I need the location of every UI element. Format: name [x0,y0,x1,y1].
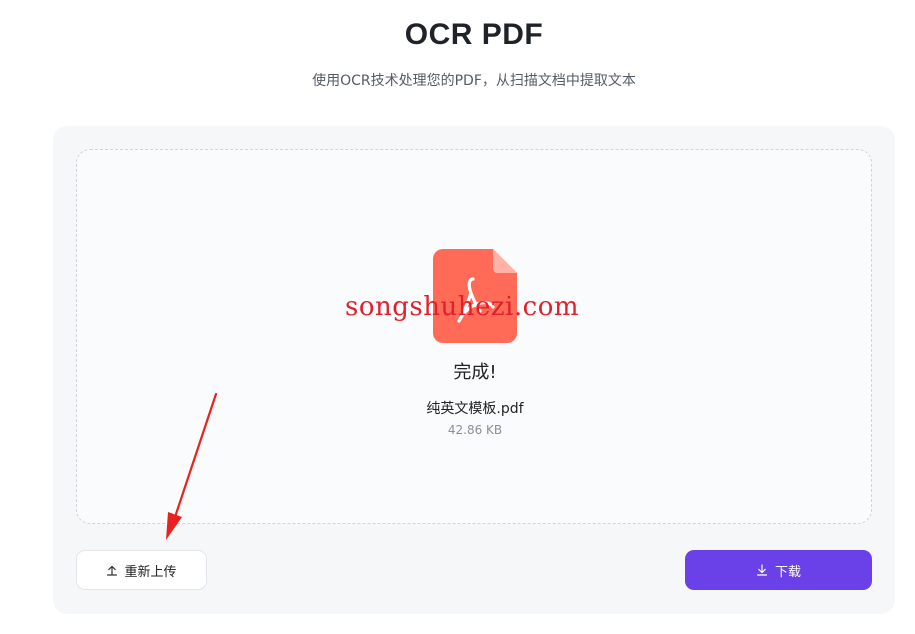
page-title: OCR PDF [404,18,544,51]
file-name: 纯英文模板.pdf [426,401,524,417]
download-label: 下载 [774,564,801,580]
file-dropzone: songshuhezi.com 完成! 纯英文模板.pdf 42.86 KB [76,149,872,524]
reupload-label: 重新上传 [124,564,177,580]
download-icon [756,564,768,576]
status-text: 完成! [453,362,497,383]
watermark-text: songshuhezi.com [345,292,579,322]
ocr-pdf-page: OCR PDF 使用OCR技术处理您的PDF，从扫描文档中提取文本 songsh… [0,0,915,634]
result-card: songshuhezi.com 完成! 纯英文模板.pdf 42.86 KB 重… [53,126,895,614]
page-subtitle: 使用OCR技术处理您的PDF，从扫描文档中提取文本 [312,73,636,89]
file-size: 42.86 KB [447,423,503,437]
download-button[interactable]: 下载 [685,550,872,590]
upload-icon [106,564,118,576]
reupload-button[interactable]: 重新上传 [76,550,207,590]
